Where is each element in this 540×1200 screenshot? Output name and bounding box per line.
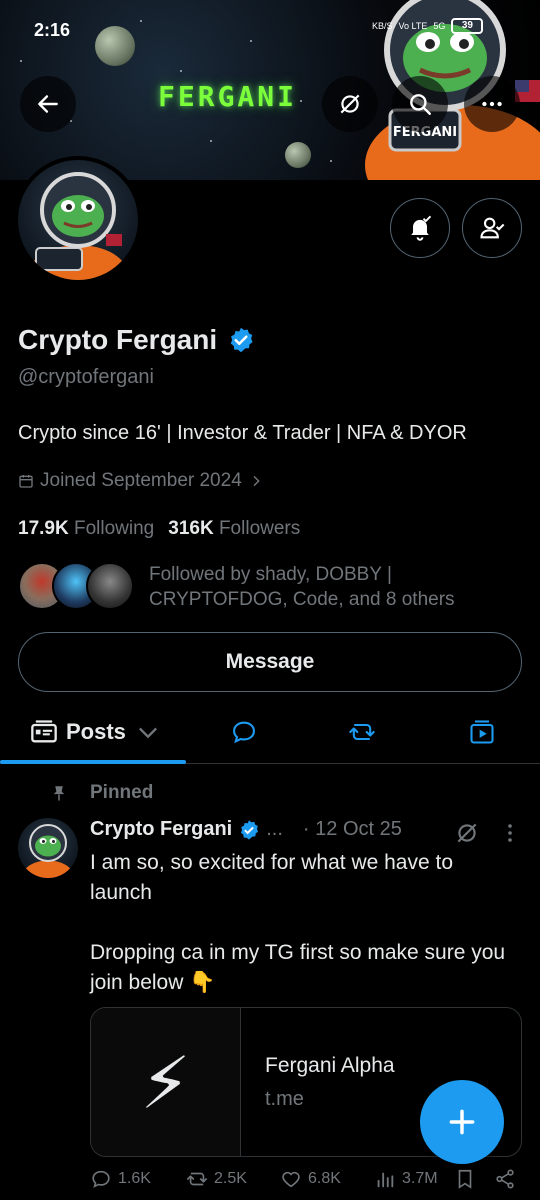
joined-date-row[interactable]: Joined September 2024 [18,470,264,492]
plus-icon [449,1109,475,1135]
followers-label: Followers [218,518,301,539]
bell-check-icon [411,215,432,241]
banner-title: FERGANI [158,80,298,113]
network-type: 5G [433,21,446,31]
tab-reposts[interactable] [334,700,390,764]
profile-avatar[interactable] [14,156,142,284]
profile-name: Crypto Fergani [18,324,218,355]
following-label: Following [73,518,155,539]
search-button[interactable] [392,76,448,132]
share-button[interactable] [494,1168,516,1190]
chevron-down-icon [138,727,157,739]
repost-count: 2.5K [214,1170,247,1187]
profile-banner[interactable]: FERGANI FERGANI 2:16 KB/S Vo LTE 5G 39 [0,0,540,180]
compose-post-button[interactable] [420,1080,504,1164]
following-link[interactable]: 17.9K Following [18,518,154,540]
repost-button[interactable]: 2.5K [186,1168,247,1190]
reply-button[interactable]: 1.6K [90,1168,151,1190]
follow-stats: 17.9K Following 316K Followers [18,518,300,540]
reply-bubble-icon [92,1170,110,1188]
status-indicators: KB/S Vo LTE 5G 39 [372,18,484,34]
joined-date: Joined September 2024 [40,470,242,491]
post-date[interactable]: · 12 Oct 25 [303,818,402,841]
card-domain: t.me [265,1088,304,1110]
post-author-avatar[interactable] [18,818,78,878]
more-options-button[interactable] [464,76,520,132]
grok-button[interactable] [322,76,378,132]
post-actions: 1.6K 2.5K 6.8K 3.7M [90,1168,530,1196]
network-speed: KB/S [372,21,393,31]
battery-icon: 39 [451,18,484,34]
network-label: Vo LTE [398,21,428,31]
reply-bubble-icon [233,721,255,744]
post-text: I am so, so excited for what we have to … [90,851,506,994]
notifications-toggle-button[interactable] [390,198,450,258]
verified-badge-icon[interactable] [227,326,255,354]
card-title: Fergani Alpha [265,1054,395,1077]
card-thumbnail: ⚡ [91,1008,241,1156]
astronaut-frog-avatar [23,824,73,878]
moon-decoration-small [285,142,311,168]
bar-chart-icon [377,1172,394,1188]
repost-icon [187,1172,207,1186]
post-author-ellipsis: ... [266,818,283,840]
more-vertical-icon[interactable] [498,820,522,846]
pinned-indicator: Pinned [50,782,153,804]
bookmark-button[interactable] [454,1168,476,1190]
pinned-label: Pinned [90,782,154,803]
post-author-name[interactable]: Crypto Fergani [90,818,232,841]
astronaut-frog-avatar [28,172,128,280]
followers-count: 316K [168,518,214,539]
heart-icon [282,1171,300,1188]
arrow-left-icon [38,95,58,113]
share-icon [496,1169,514,1189]
followed-by-row[interactable]: Followed by shady, DOBBY | CRYPTOFDOG, C… [18,562,455,610]
chevron-right-icon [253,475,260,487]
verified-badge-icon [241,819,259,840]
repost-icon [349,723,375,741]
profile-tabs: Posts [0,700,540,764]
like-count: 6.8K [308,1170,341,1187]
tab-posts-label: Posts [66,719,126,744]
tab-media[interactable] [454,700,510,764]
view-count: 3.7M [402,1170,438,1187]
following-count: 17.9K [18,518,69,539]
like-button[interactable]: 6.8K [280,1168,341,1190]
status-time: 2:16 [34,20,71,40]
profile-handle: @cryptofergani [18,366,154,388]
tab-replies[interactable] [216,700,272,764]
lightning-icon: ⚡ [140,1044,191,1124]
active-tab-indicator [0,760,186,764]
followed-by-text: Followed by shady, DOBBY | CRYPTOFDOG, C… [149,564,455,610]
grok-icon[interactable] [454,820,480,846]
posts-card-icon [31,720,57,743]
back-button[interactable] [20,76,76,132]
views-button[interactable]: 3.7M [374,1168,438,1190]
following-button[interactable] [462,198,522,258]
reply-count: 1.6K [118,1170,151,1187]
follower-avatar [86,562,134,610]
followers-link[interactable]: 316K Followers [168,518,300,540]
tab-posts[interactable]: Posts [30,700,162,764]
bookmark-icon [458,1169,472,1189]
calendar-icon [19,475,33,488]
search-icon [410,94,431,115]
pin-icon [53,786,65,801]
moon-decoration [95,26,135,66]
post-header: Crypto Fergani ... · 12 Oct 25 [90,818,402,841]
user-check-icon [480,217,505,239]
message-button[interactable]: Message [18,632,522,692]
grok-icon [340,94,360,114]
profile-name-row: Crypto Fergani [18,324,255,356]
more-horizontal-icon [482,101,502,107]
video-media-icon [470,720,494,744]
profile-bio: Crypto since 16' | Investor & Trader | N… [18,422,467,444]
